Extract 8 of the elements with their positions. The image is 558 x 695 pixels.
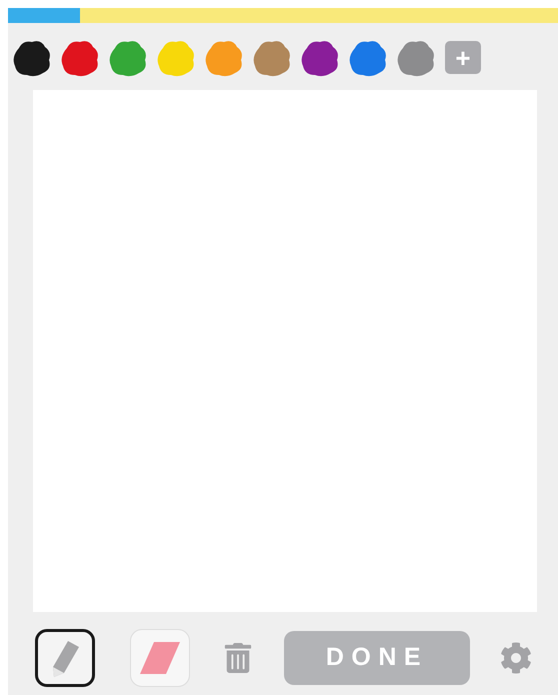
pencil-tool-button[interactable] [35, 629, 95, 687]
done-button: DONE [284, 631, 470, 685]
eraser-icon [140, 640, 180, 676]
trash-icon[interactable] [224, 643, 252, 673]
settings-icon[interactable] [500, 642, 532, 674]
pencil-icon [50, 639, 80, 677]
add-color-button[interactable]: + [445, 41, 481, 74]
eraser-tool-button[interactable] [130, 629, 190, 687]
